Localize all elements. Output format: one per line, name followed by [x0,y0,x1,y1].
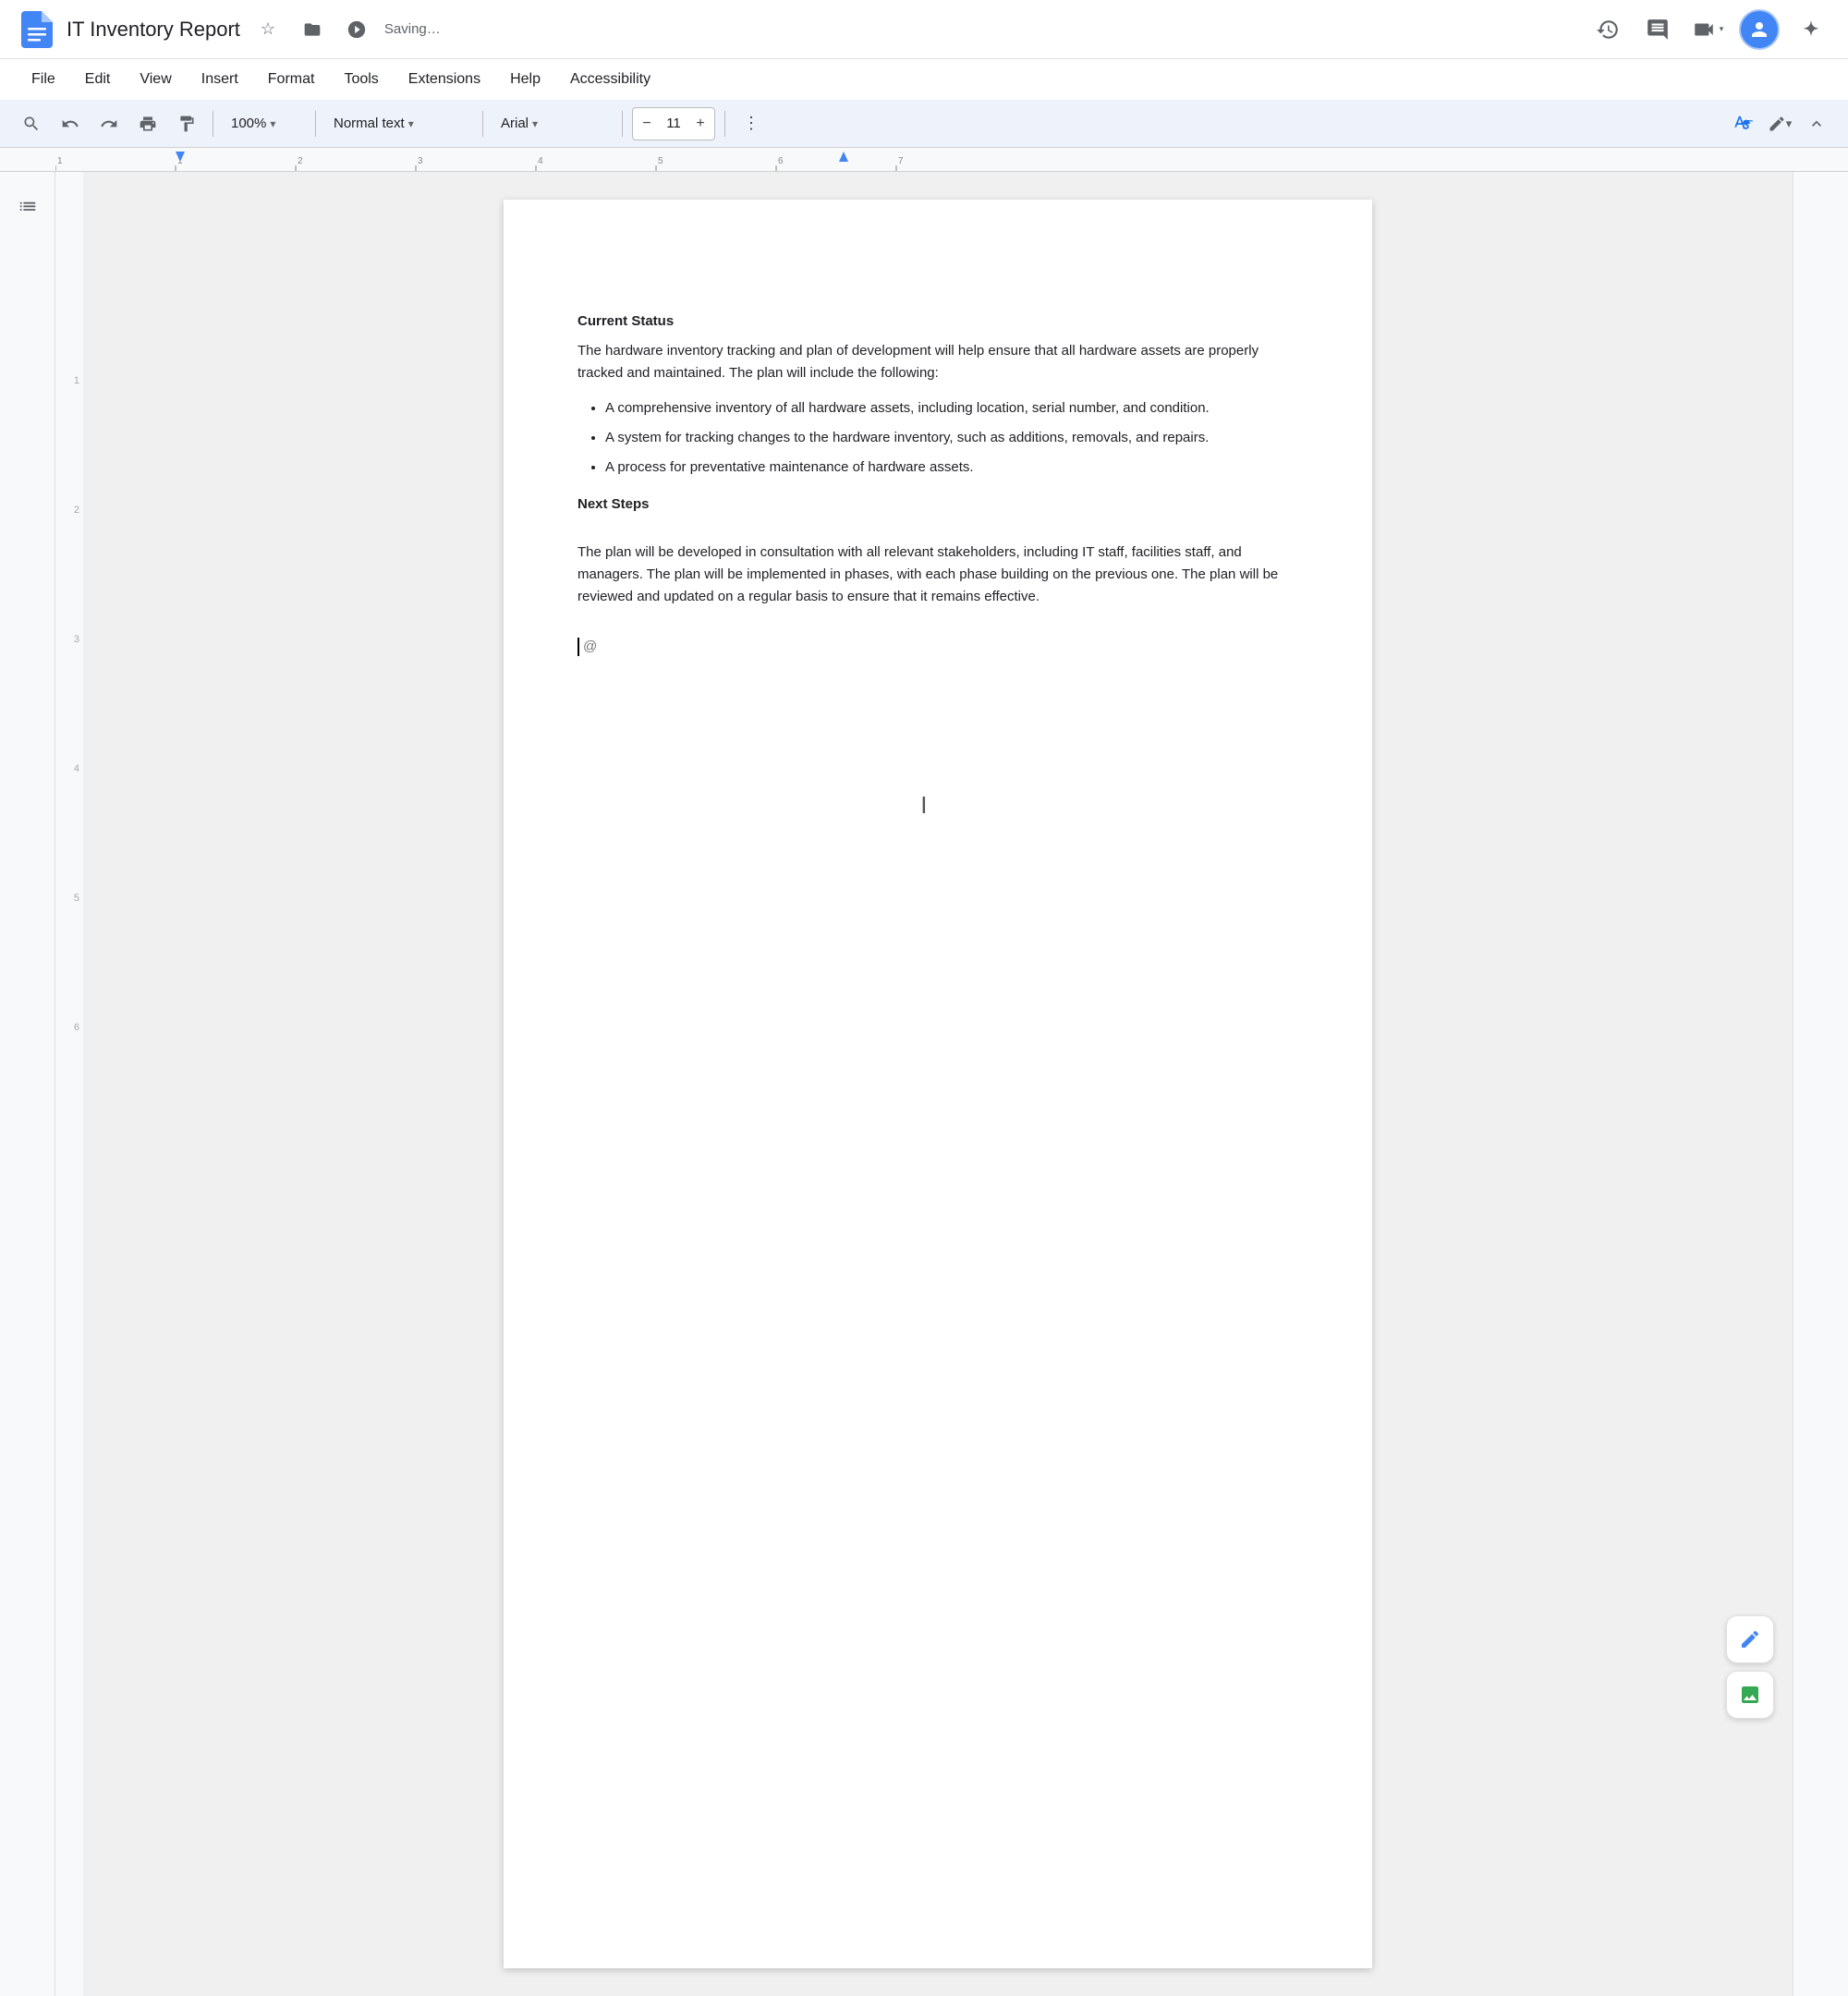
cursor-ibeam: I [920,791,927,820]
saving-status: Saving… [384,21,441,37]
bullet-item-3: A process for preventative maintenance o… [605,456,1298,479]
bullet-item-2: A system for tracking changes to the har… [605,427,1298,449]
current-status-heading: Current Status [578,310,1298,333]
page-mark-6: 6 [74,1022,79,1151]
gemini-button[interactable]: ✦ [1793,11,1830,48]
ruler-container: 1 1 2 3 4 5 6 7 [0,148,1848,172]
font-selector[interactable]: Arial ▾ [492,107,613,140]
more-toolbar-button[interactable]: ⋮ [735,107,768,140]
menu-format[interactable]: Format [255,66,328,93]
comment-button[interactable] [1639,11,1676,48]
ruler-left-side [0,148,55,171]
video-call-button[interactable]: ▾ [1689,11,1726,48]
undo-button[interactable] [54,107,87,140]
svg-text:5: 5 [658,156,663,166]
page-mark-4: 4 [74,763,79,893]
page-mark-3: 3 [74,634,79,763]
content-area: 1 2 3 4 5 6 Current Status The hardware … [0,172,1848,1996]
search-toolbar-button[interactable] [15,107,48,140]
svg-text:7: 7 [898,156,904,166]
menu-view[interactable]: View [127,66,184,93]
page-mark-1: 1 [74,375,79,505]
page-mark-5: 5 [74,893,79,1022]
svg-text:6: 6 [778,156,784,166]
page-numbers-sidebar: 1 2 3 4 5 6 [55,172,83,1996]
at-symbol: @ [583,636,597,658]
docs-logo[interactable] [18,11,55,48]
menu-edit[interactable]: Edit [72,66,124,93]
toolbar-right: ▾ [1726,107,1833,140]
menu-bar: File Edit View Insert Format Tools Exten… [0,59,1848,100]
star-button[interactable]: ☆ [251,13,285,46]
svg-text:1: 1 [57,156,63,166]
svg-text:4: 4 [538,156,543,166]
video-chevron: ▾ [1720,24,1724,34]
increase-font-button[interactable]: + [690,111,711,137]
toolbar: 100% ▾ Normal text ▾ Arial ▾ − + ⋮ ▾ [0,100,1848,148]
title-bar: IT Inventory Report ☆ Saving… ▾ ✦ [0,0,1848,59]
svg-text:3: 3 [418,156,423,166]
font-size-container: − + [632,107,715,140]
ruler-right-side [1793,148,1848,171]
document-page[interactable]: Current Status The hardware inventory tr… [504,200,1372,1968]
right-sidebar [1793,172,1848,1996]
floating-action-buttons [1726,1615,1774,1719]
avatar[interactable] [1739,9,1780,50]
menu-help[interactable]: Help [497,66,553,93]
zoom-selector[interactable]: 100% ▾ [223,107,306,140]
font-chevron: ▾ [532,117,538,130]
paint-format-button[interactable] [170,107,203,140]
style-selector[interactable]: Normal text ▾ [325,107,473,140]
cloud-save-button[interactable] [340,13,373,46]
title-left: IT Inventory Report ☆ Saving… [18,11,441,48]
style-chevron: ▾ [408,117,414,130]
toolbar-sep-3 [482,111,483,137]
toolbar-sep-5 [724,111,725,137]
print-button[interactable] [131,107,164,140]
toolbar-sep-2 [315,111,316,137]
ruler: 1 1 2 3 4 5 6 7 [55,148,1793,171]
cursor-line[interactable]: @ [578,636,1298,658]
current-status-para: The hardware inventory tracking and plan… [578,340,1298,384]
next-steps-heading: Next Steps [578,493,1298,516]
image-floating-button[interactable] [1726,1671,1774,1719]
spellcheck-button[interactable] [1726,107,1759,140]
page-mark-2: 2 [74,505,79,634]
menu-insert[interactable]: Insert [188,66,251,93]
bullet-list: A comprehensive inventory of all hardwar… [605,397,1298,479]
history-button[interactable] [1589,11,1626,48]
toolbar-sep-4 [622,111,623,137]
edit-floating-button[interactable] [1726,1615,1774,1663]
text-cursor [578,638,579,656]
doc-title[interactable]: IT Inventory Report [67,18,240,42]
redo-button[interactable] [92,107,126,140]
menu-tools[interactable]: Tools [331,66,391,93]
font-size-input[interactable] [657,116,690,131]
next-steps-para: The plan will be developed in consultati… [578,542,1298,608]
left-sidebar [0,172,55,1996]
editing-mode-button[interactable]: ▾ [1763,107,1796,140]
outline-button[interactable] [8,190,47,229]
bullet-item-1: A comprehensive inventory of all hardwar… [605,397,1298,420]
svg-text:2: 2 [298,156,303,166]
decrease-font-button[interactable]: − [637,111,657,137]
doc-container[interactable]: Current Status The hardware inventory tr… [83,172,1793,1996]
menu-extensions[interactable]: Extensions [395,66,493,93]
zoom-chevron: ▾ [270,117,275,130]
spacer [578,534,1298,542]
title-right: ▾ ✦ [1589,9,1830,50]
menu-accessibility[interactable]: Accessibility [557,66,663,93]
move-button[interactable] [296,13,329,46]
menu-file[interactable]: File [18,66,68,93]
document-content[interactable]: Current Status The hardware inventory tr… [578,310,1298,658]
collapse-toolbar-button[interactable] [1800,107,1833,140]
